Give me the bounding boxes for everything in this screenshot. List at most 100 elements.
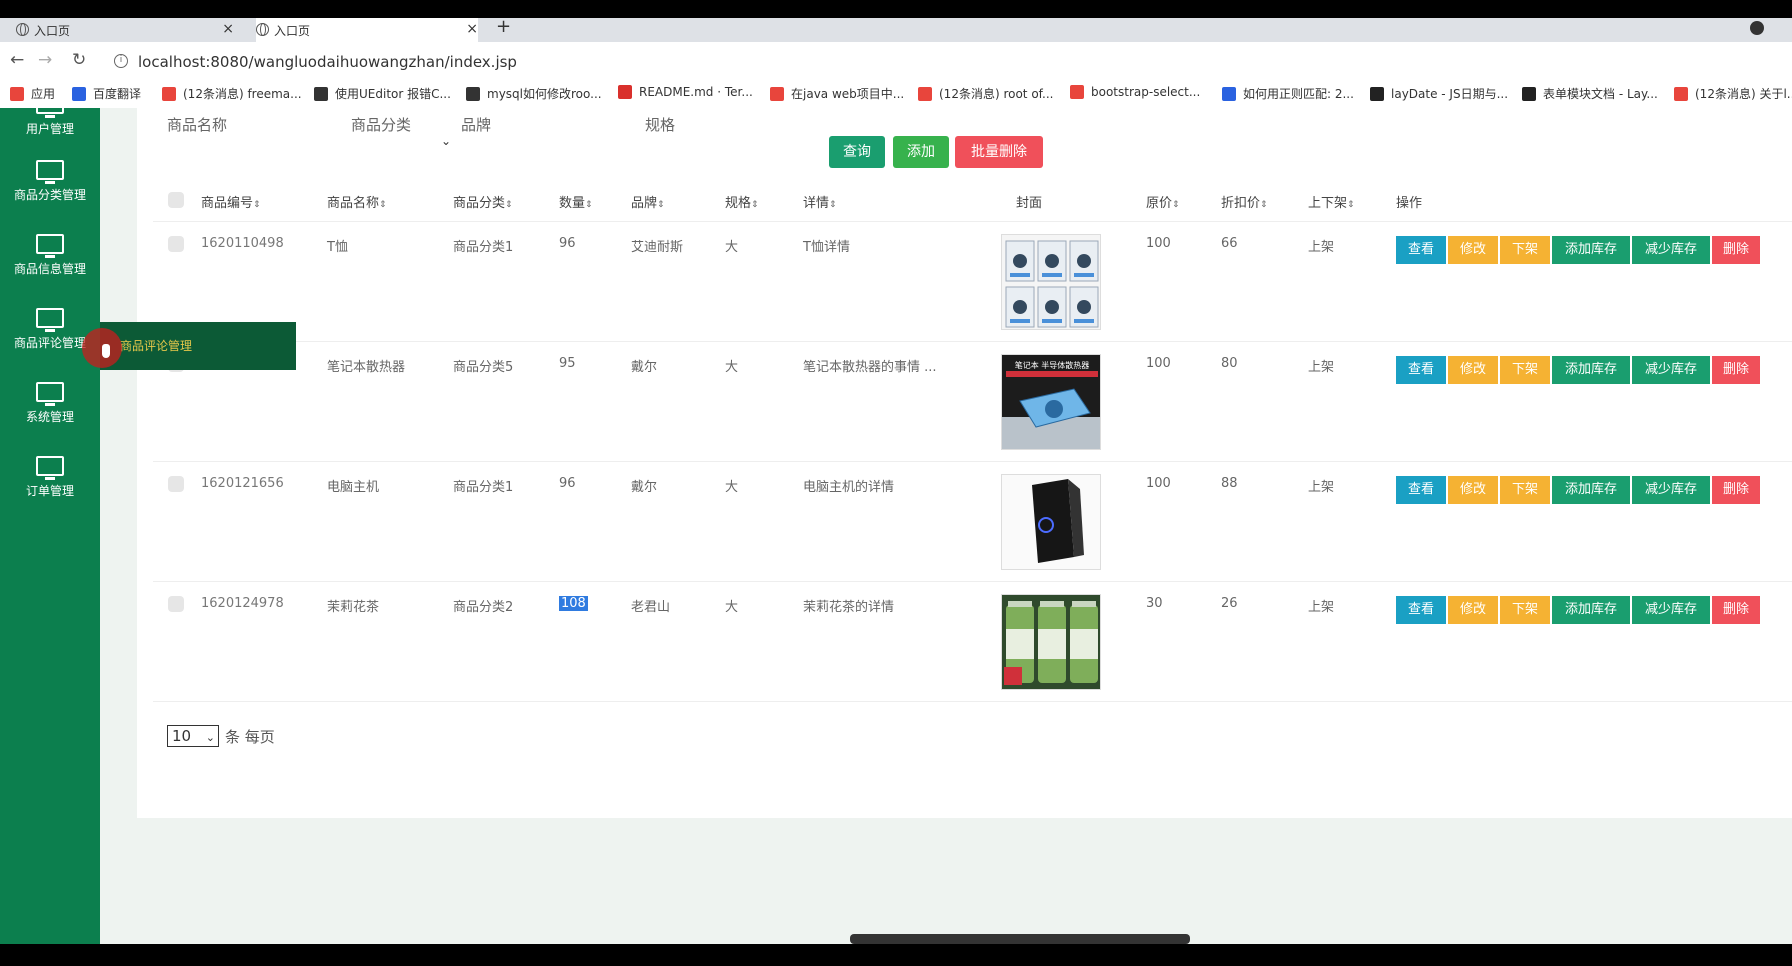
- delete-button[interactable]: 删除: [1712, 476, 1760, 504]
- column-header[interactable]: 详情⇕: [803, 192, 837, 211]
- add-stock-button[interactable]: 添加库存: [1552, 476, 1630, 504]
- view-button[interactable]: 查看: [1396, 236, 1446, 264]
- column-header[interactable]: 上下架⇕: [1308, 192, 1355, 211]
- bookmark-item[interactable]: 应用: [10, 85, 55, 102]
- delete-button[interactable]: 删除: [1712, 236, 1760, 264]
- view-button[interactable]: 查看: [1396, 356, 1446, 384]
- address-bar: ← → ↻ i localhost:8080/wangluodaihuowang…: [0, 42, 1792, 80]
- column-header-label: 折扣价: [1221, 196, 1261, 211]
- add-stock-button[interactable]: 添加库存: [1552, 356, 1630, 384]
- select-all-checkbox[interactable]: [168, 192, 184, 208]
- delete-button[interactable]: 删除: [1712, 596, 1760, 624]
- bookmark-item[interactable]: (12条消息) 关于l...: [1674, 85, 1792, 102]
- table-header: 商品编号⇕ 商品名称⇕ 商品分类⇕ 数量⇕ 品牌⇕ 规格⇕ 详情⇕ 封面 原价⇕ 折扣价⇕ 上下架⇕…: [153, 176, 1792, 222]
- edit-button[interactable]: 修改: [1448, 236, 1498, 264]
- close-icon[interactable]: ×: [222, 21, 234, 37]
- sort-icon[interactable]: ⇕: [1347, 200, 1355, 210]
- column-header[interactable]: 折扣价⇕: [1221, 192, 1268, 211]
- bookmark-item[interactable]: README.md · Ter...: [618, 85, 753, 99]
- forward-button[interactable]: →: [38, 50, 52, 70]
- bookmark-item[interactable]: 在java web项目中...: [770, 85, 904, 102]
- column-header[interactable]: 规格⇕: [725, 192, 759, 211]
- bookmark-item[interactable]: 使用UEditor 报错C...: [314, 85, 451, 102]
- reload-button[interactable]: ↻: [72, 50, 86, 70]
- column-header[interactable]: 商品编号⇕: [201, 192, 261, 211]
- reduce-stock-button[interactable]: 减少库存: [1632, 236, 1710, 264]
- cell-spec: 大: [725, 356, 738, 375]
- bookmark-item[interactable]: 如何用正则匹配: 2...: [1222, 85, 1354, 102]
- reduce-stock-button[interactable]: 减少库存: [1632, 596, 1710, 624]
- bookmark-item[interactable]: 表单模块文档 - Lay...: [1522, 85, 1658, 102]
- sidebar-item[interactable]: 商品信息管理: [0, 234, 100, 304]
- column-header-label: 原价: [1146, 196, 1173, 211]
- bookmark-item[interactable]: bootstrap-select...: [1070, 85, 1200, 99]
- column-header[interactable]: 数量⇕: [559, 192, 593, 211]
- cell-status: 上架: [1308, 600, 1335, 615]
- reduce-stock-button[interactable]: 减少库存: [1632, 356, 1710, 384]
- sort-icon[interactable]: ⇕: [585, 200, 593, 210]
- cell-discount: 80: [1221, 356, 1238, 371]
- cell-name: 茉莉花茶: [327, 596, 379, 615]
- edit-button[interactable]: 修改: [1448, 596, 1498, 624]
- row-checkbox[interactable]: [168, 236, 184, 252]
- category-select[interactable]: ⌄: [307, 132, 457, 156]
- sidebar-item[interactable]: 系统管理: [0, 382, 100, 452]
- browser-tab-1[interactable]: 入口页 ×: [16, 18, 234, 42]
- table-row: 1620110498 T恤 商品分类1 96 艾迪耐斯 大 T恤详情 100 66 上架 查看 修改下…: [153, 222, 1792, 342]
- bookmark-item[interactable]: (12条消息) root of...: [918, 85, 1053, 102]
- new-tab-button[interactable]: +: [496, 16, 511, 37]
- bookmark-icon: [10, 86, 24, 101]
- column-header[interactable]: 品牌⇕: [631, 192, 665, 211]
- row-checkbox[interactable]: [168, 476, 184, 492]
- sidebar-item-label: 用户管理: [25, 122, 74, 136]
- sort-icon[interactable]: ⇕: [1260, 200, 1268, 210]
- offshelf-button[interactable]: 下架: [1500, 596, 1550, 624]
- info-icon[interactable]: i: [114, 54, 128, 68]
- bookmark-icon: [162, 86, 176, 101]
- bookmark-item[interactable]: 百度翻译: [72, 85, 141, 102]
- bookmark-label: layDate - JS日期与...: [1391, 87, 1509, 101]
- sidebar-item[interactable]: 商品分类管理: [0, 160, 100, 230]
- sort-icon[interactable]: ⇕: [379, 200, 387, 210]
- cell-value: 电脑主机: [327, 480, 380, 495]
- back-button[interactable]: ←: [10, 50, 24, 70]
- sidebar: 用户管理 商品分类管理 商品信息管理 商品评论管理 系统管理 订单管理: [0, 108, 100, 944]
- query-button[interactable]: 查询: [829, 136, 885, 168]
- view-button[interactable]: 查看: [1396, 476, 1446, 504]
- batch-delete-button[interactable]: 批量删除: [955, 136, 1043, 168]
- add-stock-button[interactable]: 添加库存: [1552, 596, 1630, 624]
- row-checkbox[interactable]: [168, 596, 184, 612]
- column-header[interactable]: 原价⇕: [1146, 192, 1180, 211]
- cell-brand: 戴尔: [631, 356, 657, 375]
- sort-icon[interactable]: ⇕: [657, 200, 665, 210]
- cell-status: 上架: [1308, 360, 1335, 375]
- page-size-select[interactable]: 10 ⌄: [167, 725, 219, 747]
- bookmark-item[interactable]: mysql如何修改roo...: [466, 85, 602, 102]
- edit-button[interactable]: 修改: [1448, 476, 1498, 504]
- view-button[interactable]: 查看: [1396, 596, 1446, 624]
- reduce-stock-button[interactable]: 减少库存: [1632, 476, 1710, 504]
- url-field[interactable]: localhost:8080/wangluodaihuowangzhan/ind…: [138, 53, 517, 71]
- offshelf-button[interactable]: 下架: [1500, 356, 1550, 384]
- sort-icon[interactable]: ⇕: [829, 200, 837, 210]
- sort-icon[interactable]: ⇕: [505, 200, 513, 210]
- cell-value: 1620124978: [201, 596, 284, 611]
- close-icon[interactable]: ×: [466, 21, 478, 37]
- bookmark-item[interactable]: layDate - JS日期与...: [1370, 85, 1508, 102]
- column-header[interactable]: 商品名称⇕: [327, 192, 387, 211]
- delete-button[interactable]: 删除: [1712, 356, 1760, 384]
- offshelf-button[interactable]: 下架: [1500, 236, 1550, 264]
- sort-icon[interactable]: ⇕: [253, 200, 261, 210]
- sidebar-item[interactable]: 用户管理: [0, 108, 100, 164]
- browser-tab-2[interactable]: 入口页 ×: [256, 18, 478, 42]
- browser-menu-icon[interactable]: [1750, 21, 1764, 35]
- bookmark-item[interactable]: (12条消息) freema...: [162, 85, 302, 102]
- column-header[interactable]: 商品分类⇕: [453, 192, 513, 211]
- sort-icon[interactable]: ⇕: [751, 200, 759, 210]
- edit-button[interactable]: 修改: [1448, 356, 1498, 384]
- sidebar-item[interactable]: 订单管理: [0, 456, 100, 526]
- sort-icon[interactable]: ⇕: [1172, 200, 1180, 210]
- add-stock-button[interactable]: 添加库存: [1552, 236, 1630, 264]
- offshelf-button[interactable]: 下架: [1500, 476, 1550, 504]
- add-button[interactable]: 添加: [893, 136, 949, 168]
